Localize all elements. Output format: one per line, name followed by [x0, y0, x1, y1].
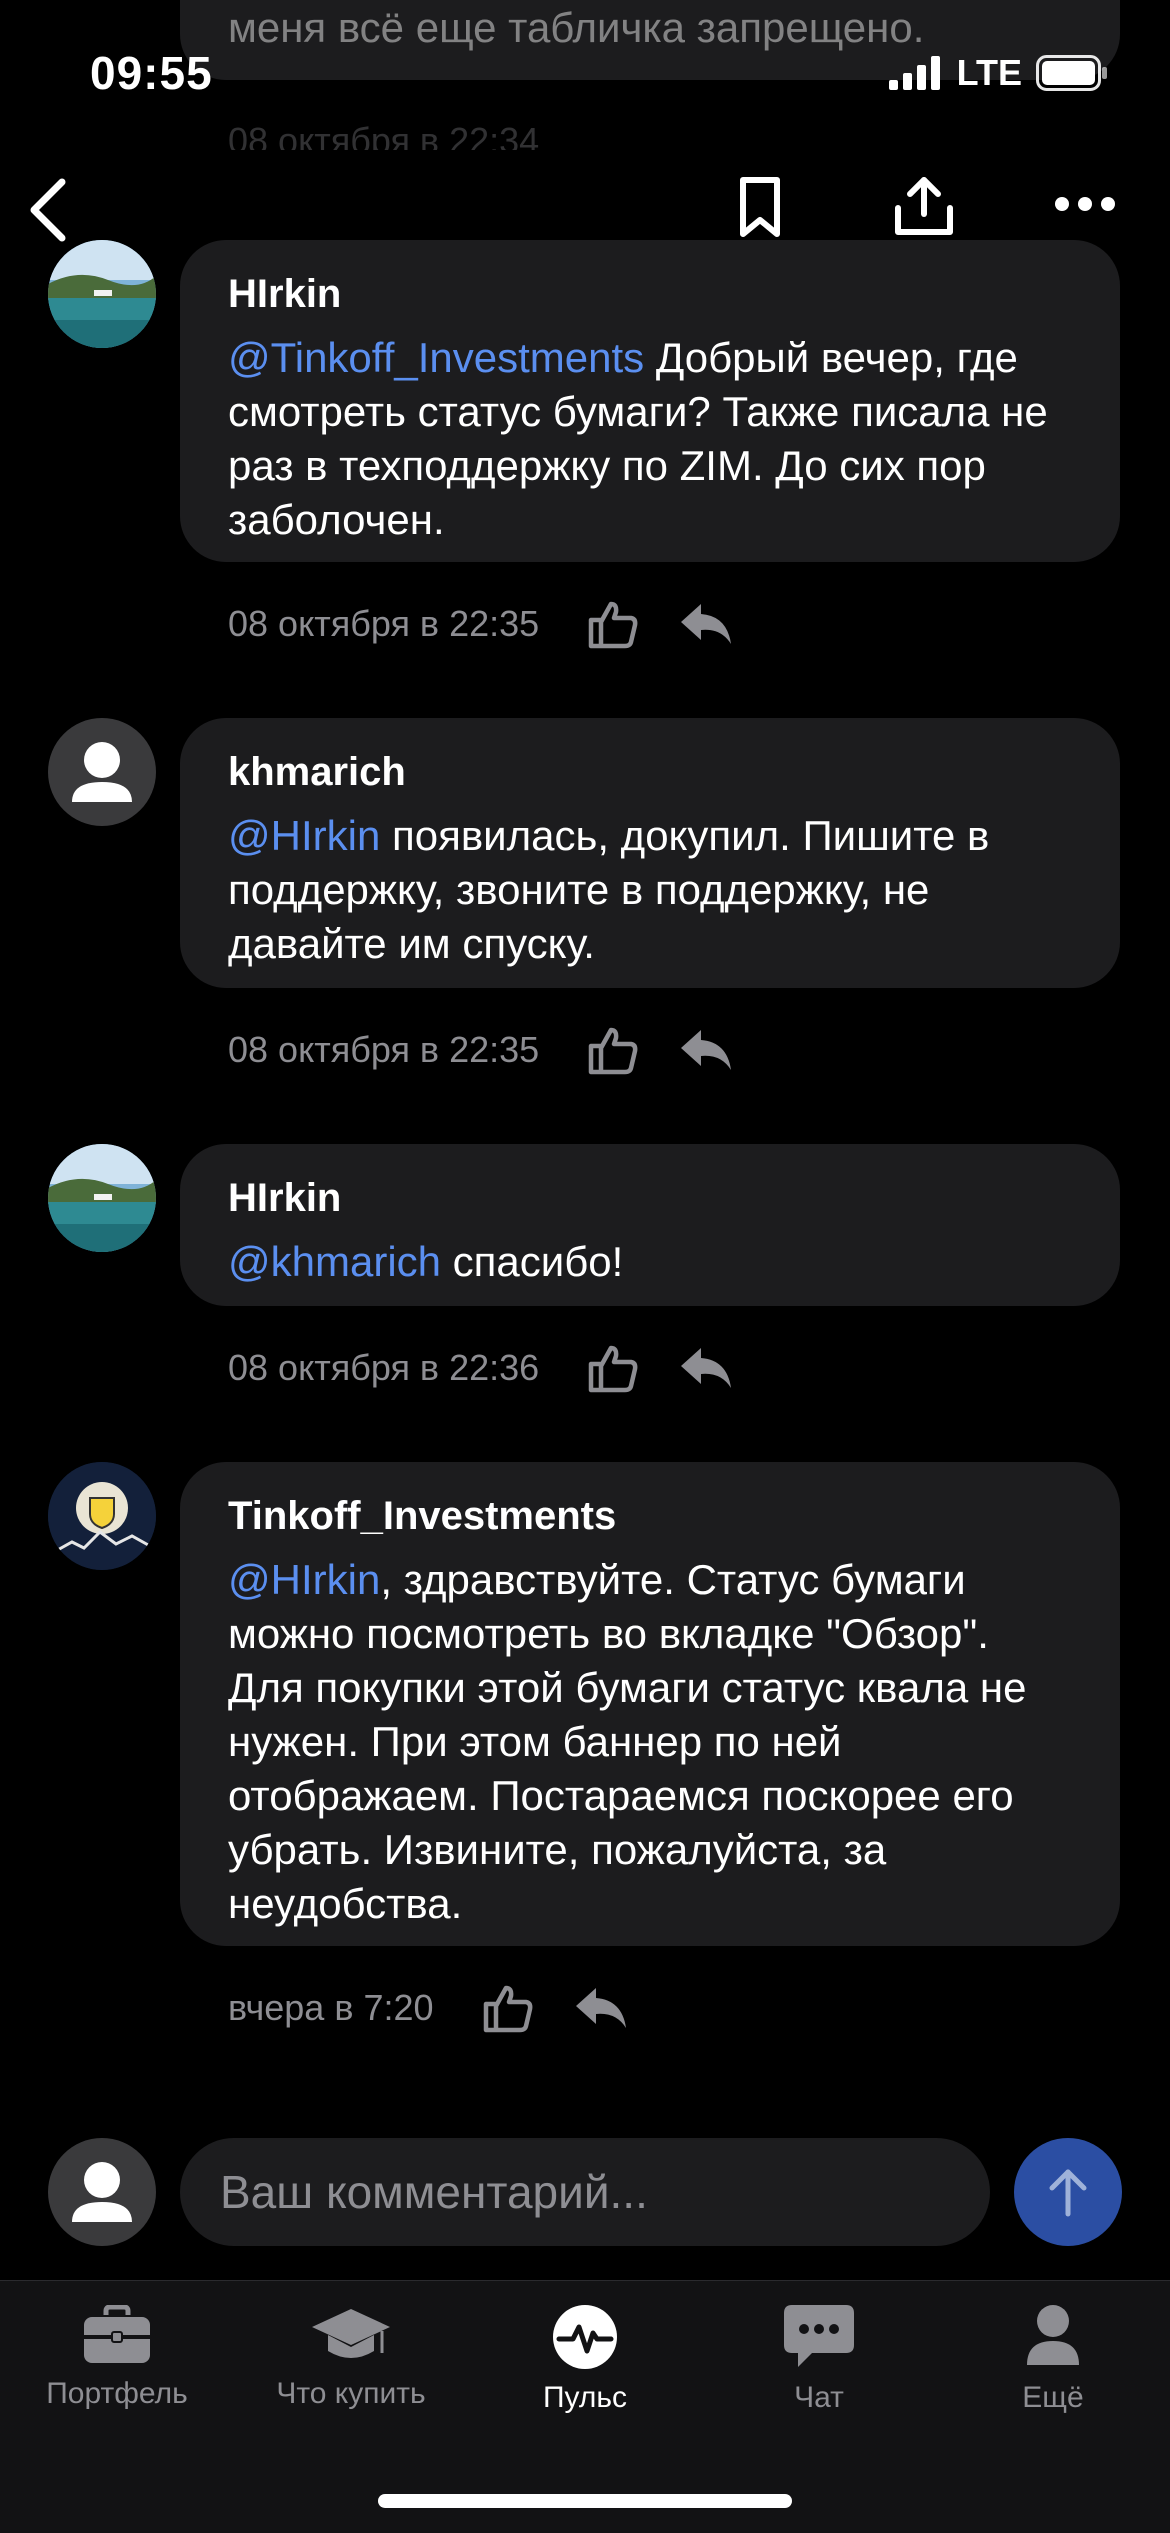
comment-date: 08 октября в 22:36 — [228, 1347, 540, 1388]
profile-icon — [1027, 2305, 1079, 2365]
reply-button[interactable] — [679, 1346, 733, 1390]
reply-arrow-icon — [575, 1988, 626, 2028]
avatar[interactable] — [48, 240, 156, 348]
reply-arrow-icon — [681, 1030, 732, 1070]
like-button[interactable] — [587, 598, 639, 650]
back-arrow-icon[interactable] — [26, 176, 70, 244]
comment-text: @HIrkin, здравствуйте. Статус бумаги мож… — [228, 1556, 1027, 1927]
avatar[interactable] — [48, 1462, 156, 1570]
briefcase-icon — [84, 2305, 150, 2363]
pulse-icon — [553, 2305, 617, 2369]
comment-text: @HIrkin появилась, докупил. Пишите в под… — [228, 812, 990, 967]
comment-meta: 08 октября в 22:36 — [228, 1342, 733, 1394]
thumbs-up-icon — [588, 601, 638, 649]
home-indicator — [378, 2494, 792, 2508]
mention-link[interactable]: @khmarich — [228, 1238, 441, 1285]
like-button[interactable] — [587, 1342, 639, 1394]
avatar[interactable] — [48, 1144, 156, 1252]
chat-icon — [784, 2305, 854, 2367]
tab-label: Чат — [794, 2381, 844, 2414]
thumbs-up-icon — [483, 1985, 532, 2033]
mention-link[interactable]: @HIrkin — [228, 1556, 380, 1603]
comment-date: вчера в 7:20 — [228, 1987, 434, 2028]
tab-label: Пульс — [542, 2381, 628, 2414]
my-avatar — [48, 2138, 156, 2246]
comment-author[interactable]: HIrkin — [228, 1176, 1072, 1221]
reply-button[interactable] — [574, 1986, 628, 2030]
tab-more[interactable]: Ещё — [936, 2281, 1170, 2415]
comment-bubble: HIrkin @Tinkoff_Investments Добрый вечер… — [180, 240, 1120, 562]
comment-input[interactable] — [180, 2138, 990, 2246]
comment-author[interactable]: Tinkoff_Investments — [228, 1494, 1072, 1539]
avatar[interactable] — [48, 718, 156, 826]
tab-label: Что купить — [276, 2377, 426, 2410]
bookmark-icon[interactable] — [738, 176, 782, 238]
comment-bubble: khmarich @HIrkin появилась, докупил. Пиш… — [180, 718, 1120, 988]
comment-meta: вчера в 7:20 — [228, 1982, 628, 2034]
comment-bubble: HIrkin @khmarich спасибо! — [180, 1144, 1120, 1306]
reply-arrow-icon — [681, 604, 732, 644]
like-button[interactable] — [482, 1982, 534, 2034]
comment-author[interactable]: khmarich — [228, 750, 1072, 795]
comment-meta: 08 октября в 22:35 — [228, 598, 733, 650]
reply-button[interactable] — [679, 1028, 733, 1072]
more-options-icon[interactable] — [1054, 196, 1116, 212]
default-user-icon — [72, 742, 132, 802]
reply-button[interactable] — [679, 602, 733, 646]
thumbs-up-icon — [588, 1027, 638, 1075]
tinkoff-logo-avatar — [48, 1462, 156, 1570]
tab-label: Портфель — [46, 2377, 188, 2410]
tab-what-to-buy[interactable]: Что купить — [234, 2281, 468, 2411]
comment-meta: 08 октября в 22:35 — [228, 1024, 733, 1076]
status-time: 09:55 — [90, 47, 213, 99]
network-type: LTE — [956, 52, 1022, 93]
tab-label: Ещё — [1022, 2381, 1084, 2414]
reply-arrow-icon — [681, 1348, 732, 1388]
comment-date: 08 октября в 22:35 — [228, 1029, 540, 1070]
status-indicators: LTE — [888, 52, 1108, 94]
lake-photo-avatar — [48, 240, 156, 348]
mention-link[interactable]: @HIrkin — [228, 812, 380, 859]
mention-link[interactable]: @Tinkoff_Investments — [228, 334, 644, 381]
tab-portfolio[interactable]: Портфель — [0, 2281, 234, 2411]
default-user-icon — [72, 2162, 132, 2222]
tab-pulse[interactable]: Пульс — [468, 2281, 702, 2415]
send-button[interactable] — [1014, 2138, 1122, 2246]
status-bar: 09:55 LTE — [0, 0, 1170, 150]
comment-author[interactable]: HIrkin — [228, 272, 1072, 317]
signal-icon — [888, 56, 940, 90]
arrow-up-icon — [1049, 2169, 1087, 2217]
comment-text: @khmarich спасибо! — [228, 1238, 624, 1285]
comment-date: 08 октября в 22:35 — [228, 603, 540, 644]
thumbs-up-icon — [588, 1345, 638, 1393]
graduation-cap-icon — [312, 2309, 390, 2358]
battery-icon — [1036, 55, 1107, 91]
comment-text: @Tinkoff_Investments Добрый вечер, где с… — [228, 334, 1048, 543]
lake-photo-avatar — [48, 1144, 156, 1252]
comment-bubble: Tinkoff_Investments @HIrkin, здравствуйт… — [180, 1462, 1120, 1946]
like-button[interactable] — [587, 1024, 639, 1076]
share-icon[interactable] — [892, 176, 956, 238]
tab-chat[interactable]: Чат — [702, 2281, 936, 2415]
